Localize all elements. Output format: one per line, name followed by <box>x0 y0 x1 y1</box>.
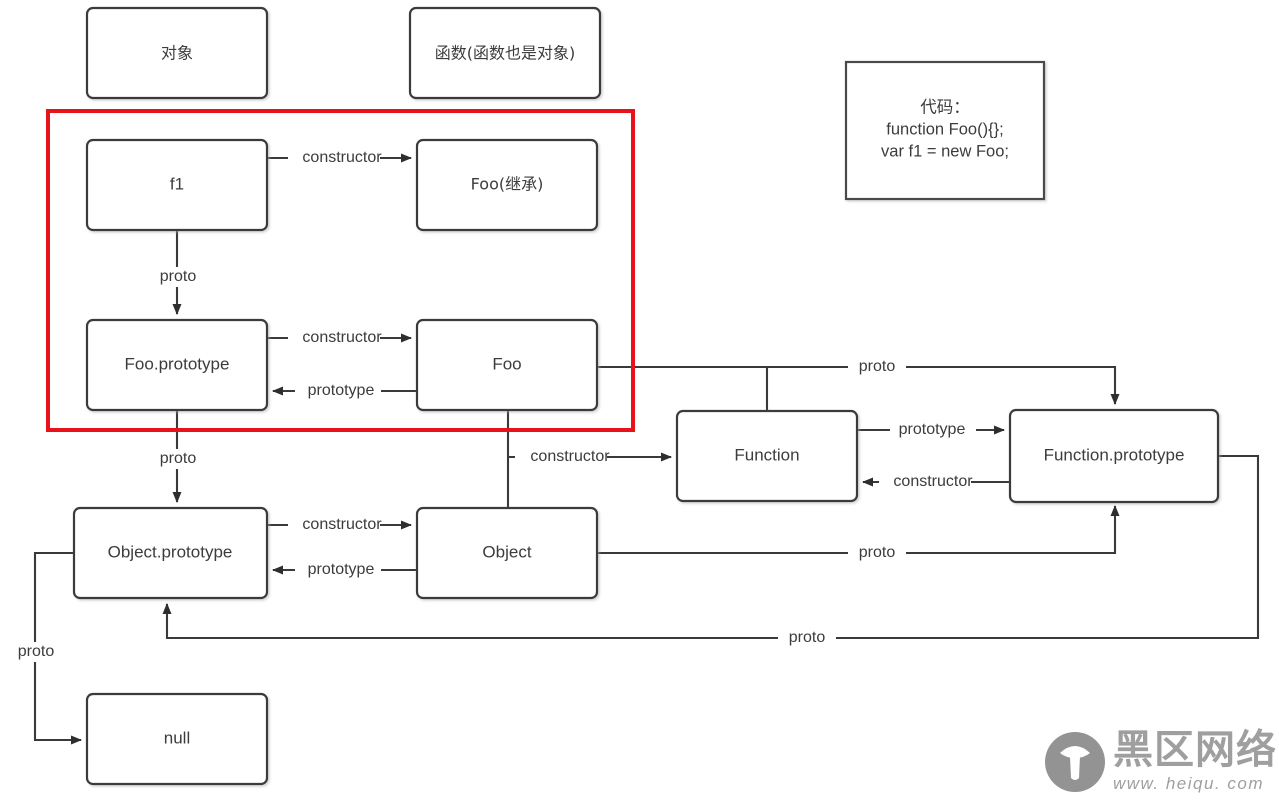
edge-label-proto-fooproto: proto <box>160 450 197 467</box>
edge-object-to-objproto: prototype <box>272 560 417 580</box>
node-foo-prototype-label: Foo.prototype <box>125 354 230 373</box>
legend-box-object: 对象 <box>85 6 269 100</box>
node-foo: Foo <box>415 318 599 412</box>
legend-object-label: 对象 <box>161 44 193 63</box>
edge-label-constructor-funcproto: constructor <box>893 473 973 490</box>
edge-label-constructor-fooproto: constructor <box>302 329 382 346</box>
edge-label-constructor-objproto: constructor <box>302 516 382 533</box>
edge-label-proto-object: proto <box>859 544 896 561</box>
edge-label-proto-funcproto: proto <box>789 629 826 646</box>
diagram-canvas: 对象 函数(函数也是对象) 代码： function Foo(){}; var … <box>8 6 1277 793</box>
node-f1: f1 <box>85 138 269 232</box>
node-object-prototype: Object.prototype <box>72 506 269 600</box>
edge-foo-to-fooproto: prototype <box>272 381 417 401</box>
edge-fooproto-to-foo: constructor <box>267 328 412 348</box>
edge-f1-to-foo-prototype: proto <box>150 230 206 315</box>
node-foo-inherit: Foo(继承) <box>415 138 599 232</box>
watermark-url: www. heiqu. com <box>1113 774 1264 793</box>
edge-label-proto-foo: proto <box>859 358 896 375</box>
node-f1-label: f1 <box>170 174 184 193</box>
edge-objproto-to-object: constructor <box>267 515 412 535</box>
code-line-1: 代码： <box>920 97 970 116</box>
node-function-label: Function <box>734 445 799 464</box>
code-line-2: function Foo(){}; <box>886 120 1003 138</box>
edge-label-prototype-object: prototype <box>308 561 375 578</box>
node-foo-prototype: Foo.prototype <box>85 318 269 412</box>
edge-function-to-funcproto: prototype <box>857 420 1005 440</box>
edge-label-constructor-f1: constructor <box>302 149 382 166</box>
edge-label-proto-null: proto <box>18 643 55 660</box>
node-function: Function <box>675 409 859 503</box>
node-foo-inherit-label: Foo(继承) <box>471 175 544 194</box>
mushroom-stem-icon <box>1070 756 1080 780</box>
watermark-brand: 黑区网络 <box>1113 727 1277 773</box>
edge-object-to-funcproto: proto <box>597 505 1120 563</box>
node-function-prototype: Function.prototype <box>1008 408 1220 504</box>
code-box: 代码： function Foo(){}; var f1 = new Foo; <box>844 60 1046 201</box>
edge-label-constructor-foo: constructor <box>530 448 610 465</box>
edge-f1-to-foo-inherit: constructor <box>267 148 412 168</box>
node-object-prototype-label: Object.prototype <box>108 542 233 561</box>
edge-foo-to-function: constructor <box>506 410 672 508</box>
edge-objproto-to-null: proto <box>8 551 82 745</box>
node-object-label: Object <box>482 542 531 561</box>
legend-box-function: 函数(函数也是对象) <box>408 6 602 100</box>
node-foo-label: Foo <box>492 354 521 373</box>
edge-label-proto-f1: proto <box>160 268 197 285</box>
node-object: Object <box>415 506 599 600</box>
node-null-label: null <box>164 728 190 747</box>
edge-label-prototype-function: prototype <box>899 421 966 438</box>
edge-foo-to-funcproto: proto <box>597 357 1120 405</box>
legend-function-label: 函数(函数也是对象) <box>435 44 576 63</box>
code-line-3: var f1 = new Foo; <box>881 142 1009 160</box>
edge-fooproto-to-objproto: proto <box>150 411 206 503</box>
prototype-chain-diagram: 对象 函数(函数也是对象) 代码： function Foo(){}; var … <box>0 0 1279 804</box>
node-null: null <box>85 692 269 786</box>
edge-label-prototype-foo: prototype <box>308 382 375 399</box>
node-function-prototype-label: Function.prototype <box>1044 445 1185 464</box>
edge-funcproto-to-function: constructor <box>862 472 1010 492</box>
watermark: 黑区网络 www. heiqu. com <box>1045 727 1277 793</box>
